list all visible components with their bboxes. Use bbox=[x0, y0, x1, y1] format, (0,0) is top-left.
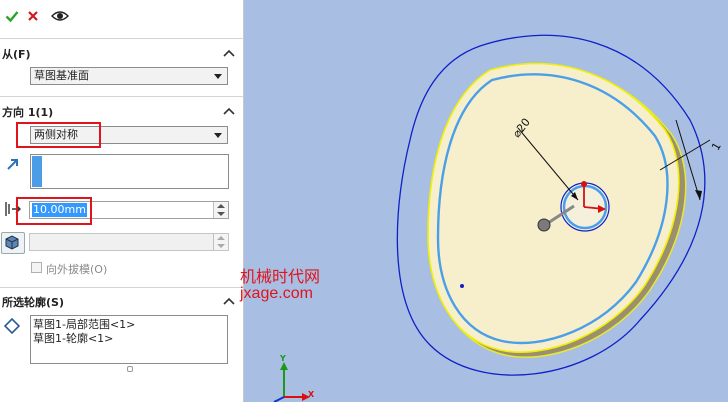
draft-outward-checkbox[interactable] bbox=[31, 262, 42, 273]
separator bbox=[0, 287, 243, 288]
draft-toggle-button[interactable] bbox=[1, 232, 25, 254]
y-axis-label: Y bbox=[280, 354, 286, 363]
cancel-button[interactable] bbox=[23, 6, 43, 26]
property-manager-panel: 从(F) 草图基准面 方向 1(1) 两侧对称 10.00mm 向外拔模(O) … bbox=[0, 0, 254, 402]
list-resize-grip[interactable] bbox=[127, 366, 133, 372]
collapse-chevron-icon[interactable] bbox=[223, 296, 235, 306]
ok-button[interactable] bbox=[2, 6, 22, 26]
list-item[interactable]: 草图1-轮廓<1> bbox=[31, 332, 227, 346]
depth-spinner[interactable] bbox=[213, 202, 228, 218]
direction-reference-box[interactable] bbox=[30, 154, 229, 189]
property-manager-toolbar bbox=[0, 0, 243, 34]
spin-up-icon[interactable] bbox=[217, 204, 225, 208]
x-icon bbox=[28, 11, 38, 21]
highlight-box bbox=[16, 122, 101, 148]
collapse-chevron-icon[interactable] bbox=[223, 48, 235, 58]
list-item[interactable]: 草图1-局部范围<1> bbox=[31, 318, 227, 332]
separator bbox=[0, 38, 243, 39]
model-graphics[interactable] bbox=[244, 0, 728, 402]
draft-outward-label: 向外拔模(O) bbox=[46, 263, 108, 276]
y-axis-arrow-icon bbox=[280, 362, 288, 370]
from-select-value: 草图基准面 bbox=[34, 69, 89, 82]
direction-arrow-icon bbox=[7, 159, 18, 170]
spin-up-icon[interactable] bbox=[217, 236, 225, 240]
spin-down-icon[interactable] bbox=[217, 212, 225, 216]
selected-contours-list[interactable]: 草图1-局部范围<1> 草图1-轮廓<1> bbox=[30, 315, 228, 364]
dimension-arrow-icon bbox=[695, 190, 702, 200]
from-start-condition-select[interactable]: 草图基准面 bbox=[30, 67, 228, 85]
drag-handle-icon[interactable] bbox=[537, 218, 551, 232]
x-axis-label: X bbox=[308, 390, 315, 399]
spin-down-icon[interactable] bbox=[217, 244, 225, 248]
dropdown-arrow-icon bbox=[214, 133, 222, 138]
watermark-url: jxage.com bbox=[240, 285, 313, 302]
draft-cube-icon bbox=[5, 235, 19, 250]
collapse-chevron-icon[interactable] bbox=[223, 106, 235, 116]
selection-indicator bbox=[32, 156, 42, 187]
draft-spinner[interactable] bbox=[213, 234, 228, 250]
watermark-chinese: 机械时代网 bbox=[240, 269, 321, 286]
preview-button[interactable] bbox=[50, 6, 70, 26]
direction1-section-title: 方向 1(1) bbox=[2, 106, 54, 119]
sketch-point bbox=[460, 284, 464, 288]
eye-icon bbox=[51, 11, 69, 21]
highlight-box bbox=[16, 197, 92, 225]
checkmark-icon bbox=[5, 11, 19, 23]
dropdown-arrow-icon bbox=[214, 74, 222, 79]
from-section-title: 从(F) bbox=[2, 48, 31, 61]
graphics-viewport[interactable]: ⌀20 1 Y X bbox=[244, 0, 728, 402]
contour-icon bbox=[4, 318, 20, 334]
z-axis-line bbox=[273, 396, 285, 402]
contours-section-title: 所选轮廓(S) bbox=[2, 296, 64, 309]
arrow-handle[interactable] bbox=[581, 181, 587, 187]
draft-angle-input[interactable] bbox=[29, 233, 229, 251]
separator bbox=[0, 96, 243, 97]
